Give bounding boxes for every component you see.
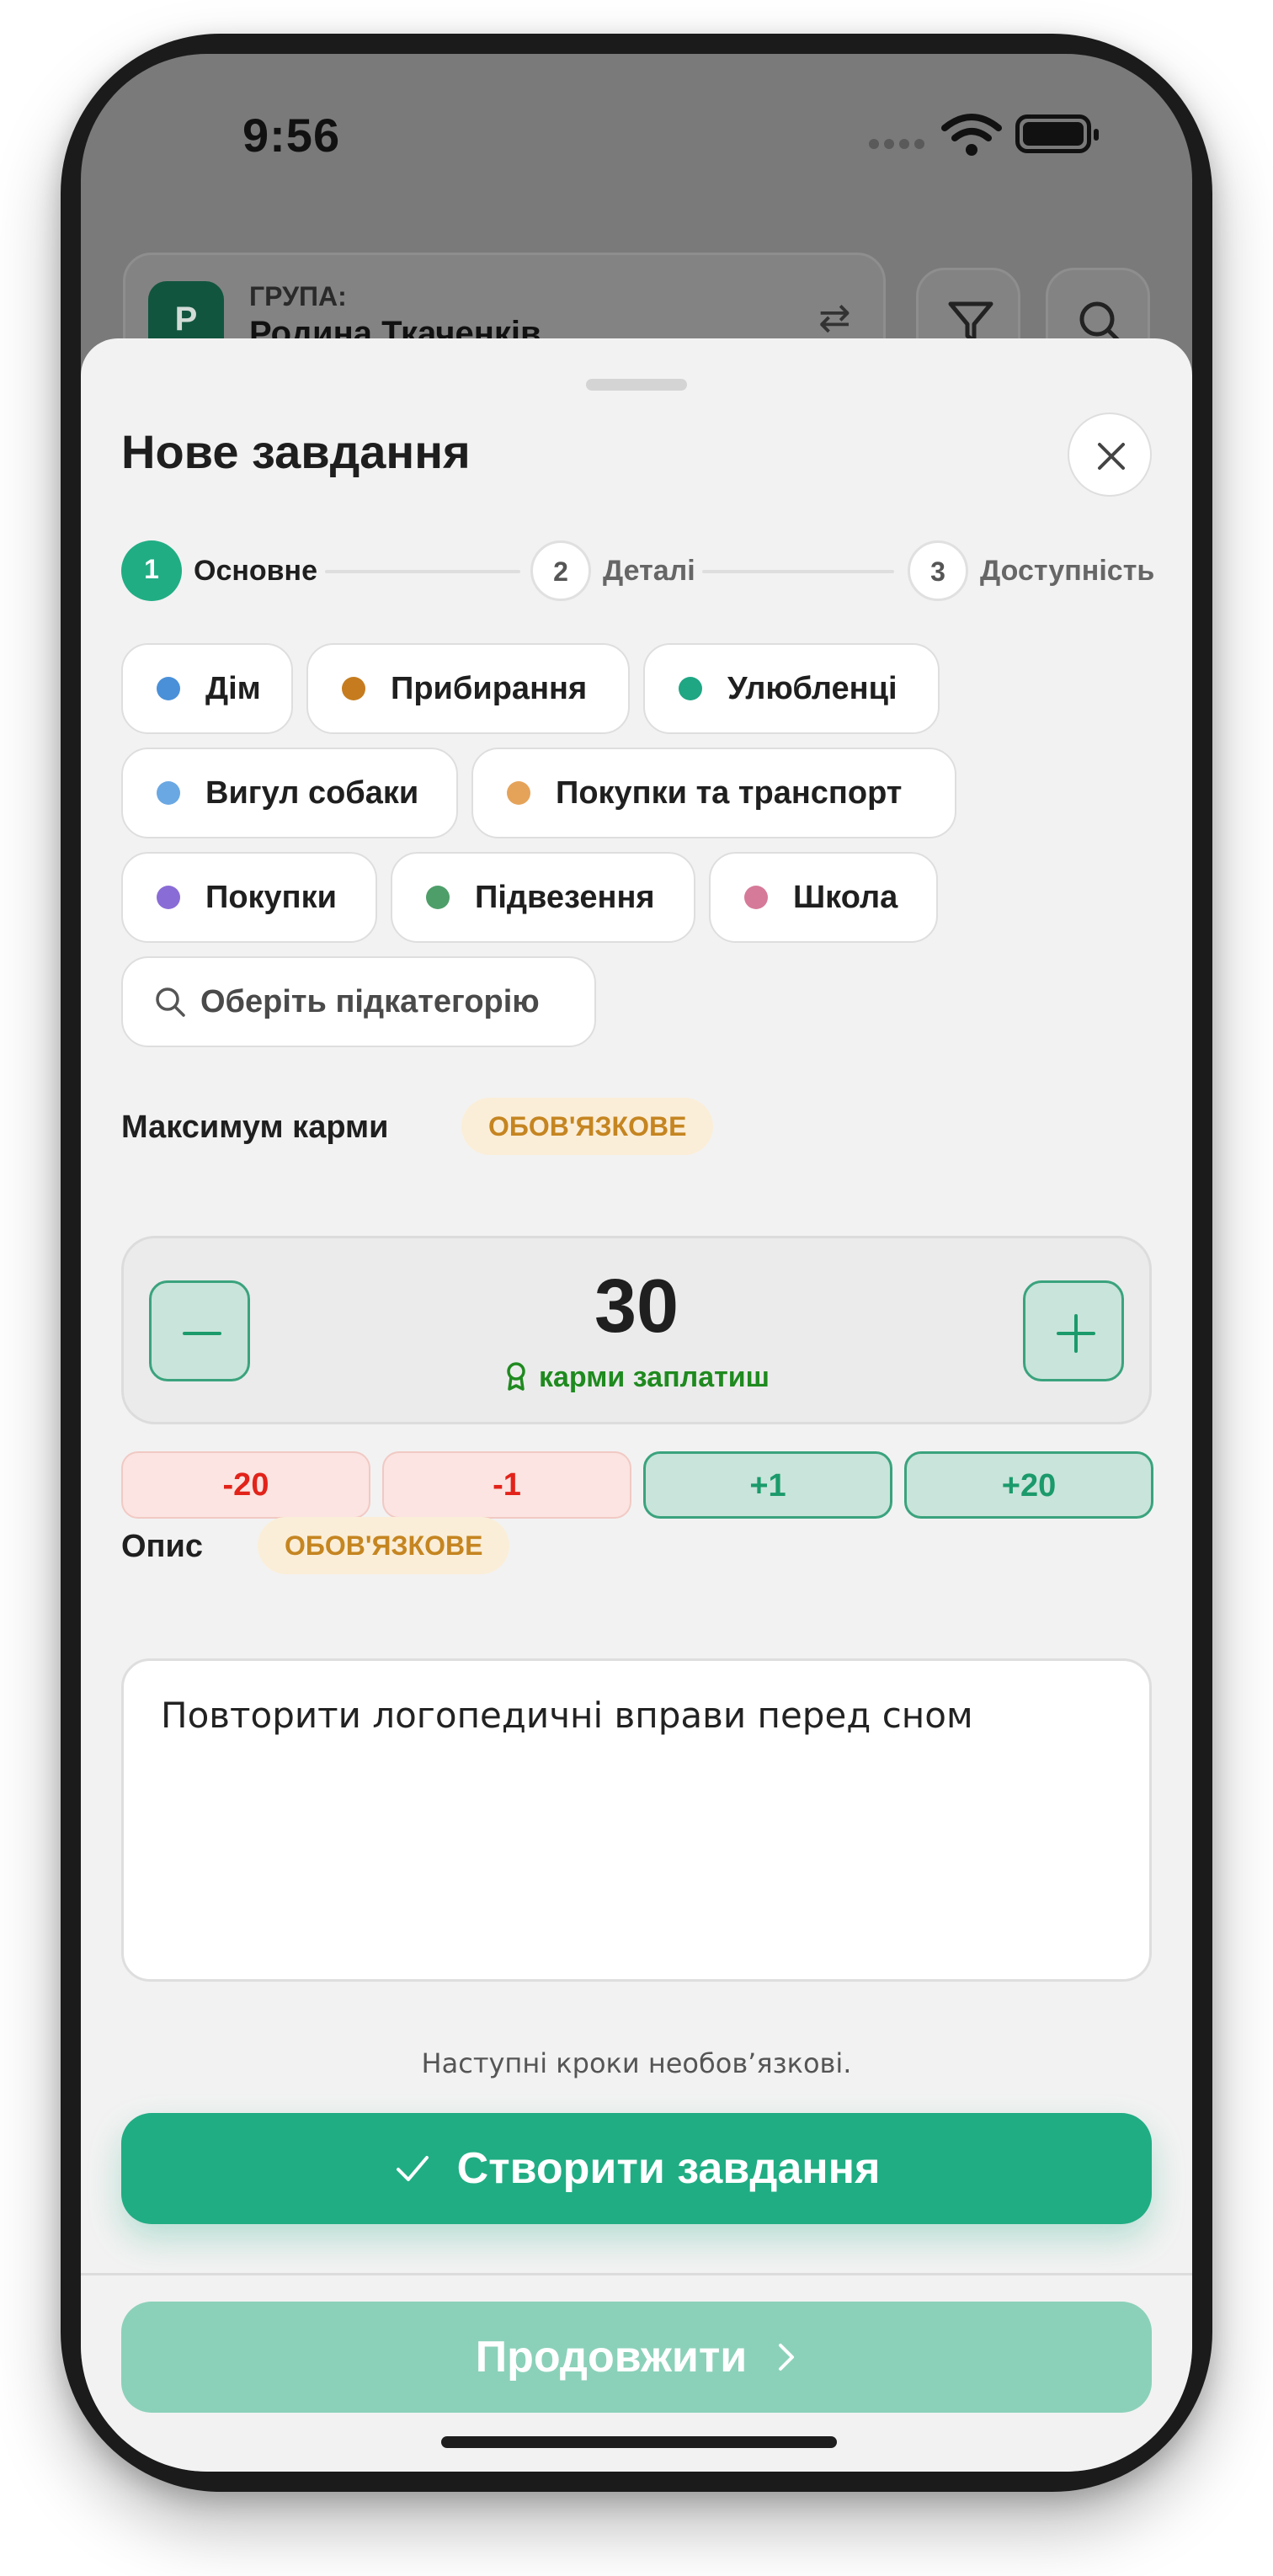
status-time: 9:56 xyxy=(242,109,341,162)
footer-divider xyxy=(81,2273,1192,2275)
karma-plus-20-button[interactable]: +20 xyxy=(904,1451,1153,1519)
category-color-dot xyxy=(157,886,180,909)
swap-icon: ⇄ xyxy=(818,295,851,339)
home-indicator xyxy=(441,2436,837,2448)
category-color-dot xyxy=(679,677,702,700)
step-connector xyxy=(325,570,520,573)
plus-icon xyxy=(1057,1314,1095,1353)
description-field[interactable]: Повторити логопедичні вправи перед сном xyxy=(121,1658,1152,1982)
category-color-dot xyxy=(426,886,450,909)
category-chip-shopping-transport[interactable]: Покупки та транспорт xyxy=(471,748,956,838)
karma-minus-20-button[interactable]: -20 xyxy=(121,1451,370,1519)
wifi-icon xyxy=(941,114,1002,156)
category-label: Прибирання xyxy=(391,670,588,706)
karma-minus-1-button[interactable]: -1 xyxy=(382,1451,631,1519)
close-icon xyxy=(1098,443,1125,470)
category-color-dot xyxy=(507,781,530,805)
step-label: Деталі xyxy=(603,554,695,587)
karma-value: 30 xyxy=(594,1264,679,1349)
group-label: ГРУПА: xyxy=(249,281,347,311)
category-chip-cleaning[interactable]: Прибирання xyxy=(306,643,630,734)
category-chip-shopping[interactable]: Покупки xyxy=(121,852,377,943)
step-availability[interactable]: 3 Доступність xyxy=(908,540,1154,601)
category-label: Улюбленці xyxy=(727,670,897,706)
status-bar: 9:56 xyxy=(81,54,1192,214)
step-label: Основне xyxy=(194,554,318,587)
subcategory-picker[interactable]: Оберіть підкатегорію xyxy=(121,956,596,1047)
category-label: Дім xyxy=(205,670,261,706)
required-badge: ОБОВ'ЯЗКОВЕ xyxy=(258,1517,510,1574)
sheet-title: Нове завдання xyxy=(121,425,471,478)
create-task-button[interactable]: Створити завдання xyxy=(121,2113,1152,2224)
karma-caption-text: карми заплатиш xyxy=(538,1361,770,1393)
category-label: Покупки та транспорт xyxy=(556,774,903,811)
battery-icon xyxy=(1015,114,1099,153)
create-task-label: Створити завдання xyxy=(456,2144,881,2193)
continue-button[interactable]: Продовжити xyxy=(121,2302,1152,2413)
description-label: Опис xyxy=(121,1529,204,1564)
award-icon xyxy=(507,1362,525,1391)
category-chip-rides[interactable]: Підвезення xyxy=(391,852,695,943)
category-label: Покупки xyxy=(205,879,338,915)
category-chip-home[interactable]: Дім xyxy=(121,643,293,734)
close-button[interactable] xyxy=(1068,412,1152,497)
category-color-dot xyxy=(157,677,180,700)
step-number: 1 xyxy=(121,540,182,601)
optional-steps-hint: Наступні кроки необов’язкові. xyxy=(421,2047,852,2079)
chevron-right-icon xyxy=(779,2344,795,2371)
sheet-grabber[interactable] xyxy=(586,379,687,391)
checkmark-icon xyxy=(396,2156,429,2181)
screen: 9:56 P ГРУПА: Родина Ткаченків ⇄ Нове за… xyxy=(81,54,1192,2472)
subcategory-placeholder: Оберіть підкатегорію xyxy=(200,983,540,1019)
category-color-dot xyxy=(342,677,365,700)
increment-button[interactable] xyxy=(1023,1280,1124,1381)
category-label: Школа xyxy=(793,879,898,915)
continue-label: Продовжити xyxy=(475,2333,748,2382)
cellular-signal-icon xyxy=(869,138,929,153)
category-color-dot xyxy=(157,781,180,805)
new-task-sheet: Нове завдання 1 Основне 2 Деталі 3 Досту… xyxy=(81,338,1192,2472)
category-color-dot xyxy=(744,886,768,909)
karma-label: Максимум карми xyxy=(121,1110,389,1145)
step-main[interactable]: 1 Основне xyxy=(121,540,317,601)
category-chip-pets[interactable]: Улюбленці xyxy=(643,643,940,734)
step-label: Доступність xyxy=(980,554,1155,587)
category-label: Вигул собаки xyxy=(205,774,419,811)
step-connector xyxy=(702,570,894,573)
category-chip-dog-walking[interactable]: Вигул собаки xyxy=(121,748,458,838)
karma-plus-1-button[interactable]: +1 xyxy=(643,1451,892,1519)
required-badge: ОБОВ'ЯЗКОВЕ xyxy=(461,1098,714,1155)
step-details[interactable]: 2 Деталі xyxy=(530,540,695,601)
karma-caption: карми заплатиш xyxy=(124,1361,1149,1394)
category-label: Підвезення xyxy=(475,879,655,915)
category-chip-school[interactable]: Школа xyxy=(709,852,938,943)
step-number: 3 xyxy=(908,540,968,601)
step-number: 2 xyxy=(530,540,591,601)
karma-stepper: 30 карми заплатиш xyxy=(121,1236,1152,1424)
search-icon xyxy=(156,987,185,1017)
